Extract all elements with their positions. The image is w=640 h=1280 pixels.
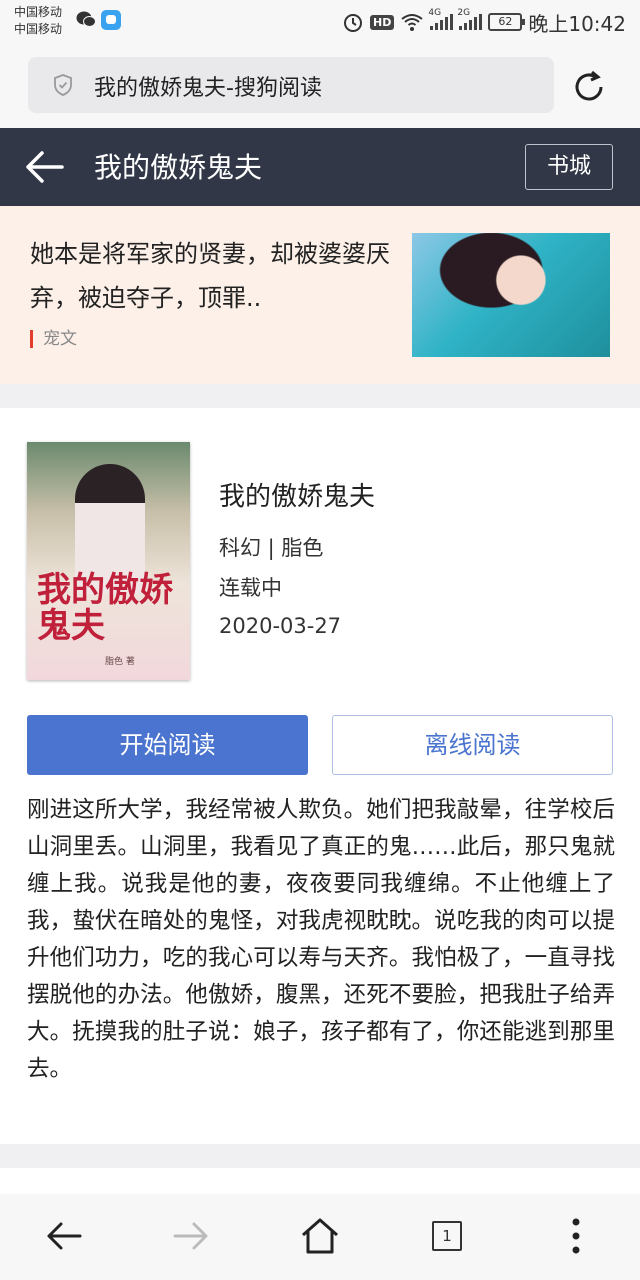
book-detail-card: 我的傲娇鬼夫 脂色 著 我的傲娇鬼夫 科幻 | 脂色 连载中 2020-03-2… [0, 408, 640, 1144]
home-icon[interactable] [300, 1216, 340, 1256]
offline-reading-button[interactable]: 离线阅读 [332, 715, 613, 775]
shield-icon [54, 74, 72, 96]
book-update-date: 2020-03-27 [219, 614, 342, 638]
tabs-button[interactable]: 1 [427, 1216, 467, 1256]
battery-icon: 62 [488, 13, 526, 31]
tab-count: 1 [432, 1221, 462, 1251]
recommendation-tag: 宠文 [30, 330, 77, 348]
book-synopsis: 刚进这所大学，我经常被人欺负。她们把我敲晕，往学校后山洞里丢。山洞里，我看见了真… [27, 797, 615, 1082]
wechat-icon [76, 11, 96, 27]
recommendation-image [412, 233, 610, 357]
status-icons: HD 4G 2G 62 晚上10:42 [342, 8, 626, 36]
book-title: 我的傲娇鬼夫 [219, 482, 376, 512]
carrier-2: 中国移动 [14, 22, 63, 36]
carrier-info: 中国移动 中国移动 [14, 4, 62, 38]
page-title: 我的傲娇鬼夫 [94, 151, 263, 184]
browser-bottom-nav: 1 [0, 1194, 640, 1280]
recommendation-banner[interactable]: 她本是将军家的贤妻，却被婆婆厌弃，被迫夺子，顶罪.. 宠文 [0, 206, 640, 384]
bookstore-button[interactable]: 书城 [525, 144, 613, 190]
browser-address-bar: 我的傲娇鬼夫-搜狗阅读 [0, 44, 640, 128]
book-status: 连载中 [219, 576, 282, 600]
nav-forward-icon[interactable] [171, 1216, 211, 1256]
book-cover[interactable]: 我的傲娇鬼夫 脂色 著 [27, 442, 190, 680]
wifi-icon [401, 14, 423, 31]
clock: 晚上10:42 [528, 11, 626, 36]
hd-badge: HD [370, 14, 395, 30]
book-genre-author: 科幻 | 脂色 [219, 536, 324, 560]
page-header: 我的傲娇鬼夫 书城 [0, 128, 640, 206]
url-field[interactable]: 我的傲娇鬼夫-搜狗阅读 [28, 57, 554, 113]
start-reading-button[interactable]: 开始阅读 [27, 715, 308, 775]
signal-2g-icon: 2G [457, 8, 483, 30]
reload-icon[interactable] [571, 69, 607, 105]
next-section-edge [0, 1168, 640, 1194]
notification-app-icon [101, 10, 121, 30]
recommendation-text: 她本是将军家的贤妻，却被婆婆厌弃，被迫夺子，顶罪.. [30, 240, 390, 312]
net-label-2: 2G [457, 8, 471, 18]
net-label-1: 4G [428, 8, 442, 18]
cover-author: 脂色 著 [105, 657, 135, 667]
alarm-icon [344, 14, 363, 32]
more-menu-icon[interactable] [556, 1216, 596, 1256]
status-bar: 中国移动 中国移动 HD 4G 2G 62 晚上10:42 [0, 0, 640, 44]
nav-back-icon[interactable] [44, 1216, 84, 1256]
back-arrow-icon[interactable] [24, 148, 64, 186]
cover-title: 我的傲娇鬼夫 [37, 570, 173, 646]
signal-4g-icon: 4G [428, 8, 454, 30]
carrier-1: 中国移动 [14, 5, 63, 19]
url-text: 我的傲娇鬼夫-搜狗阅读 [94, 76, 322, 101]
